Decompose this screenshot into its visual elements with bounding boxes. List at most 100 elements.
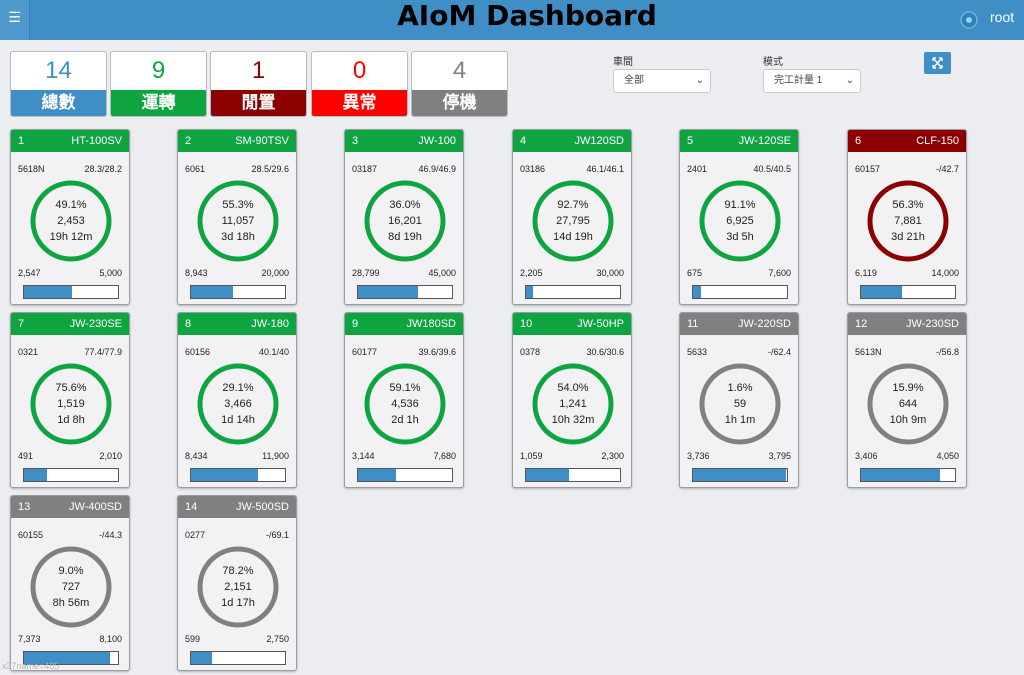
machine-card[interactable]: 9 JW180SD 60177 39.6/39.6 59.1% 4,536 2d 1h 3,1…	[344, 312, 464, 488]
remaining-count: 27,795	[556, 215, 590, 227]
completed-count: 3,406	[855, 451, 878, 461]
ring-stats: 59.1% 4,536 2d 1h	[363, 380, 447, 428]
stat-box[interactable]: 1 閒置	[210, 51, 307, 117]
progress-bar	[525, 285, 621, 299]
remaining-time: 1d 8h	[57, 414, 85, 426]
machine-card[interactable]: 14 JW-500SD 0277 -/69.1 78.2% 2,151 1d 17h 599 2…	[177, 495, 297, 671]
machine-card[interactable]: 10 JW-50HP 0378 30.6/30.6 54.0% 1,241 10h 32m 1…	[512, 312, 632, 488]
machine-id: 7	[18, 318, 25, 330]
fullscreen-icon	[932, 57, 943, 69]
remaining-time: 10h 32m	[551, 414, 595, 426]
completed-count: 8,434	[185, 451, 208, 461]
progress-bar	[190, 468, 286, 482]
progress-bar	[357, 285, 453, 299]
machine-card-header: 5 JW-120SE	[680, 130, 798, 152]
progress-bar	[525, 468, 621, 482]
machine-id: 10	[520, 318, 533, 330]
completion-percent: 15.9%	[892, 382, 924, 394]
stat-box[interactable]: 4 停機	[411, 51, 508, 117]
machine-id: 13	[18, 501, 31, 513]
stat-box[interactable]: 0 異常	[311, 51, 408, 117]
machine-name: CLF-150	[916, 135, 959, 147]
machine-card-header: 2 SM-90TSV	[178, 130, 296, 152]
stat-label: 總數	[11, 90, 106, 116]
target-count: 5,000	[99, 268, 122, 278]
completed-count: 28,799	[352, 268, 380, 278]
machine-cycle-time: 28.3/28.2	[84, 164, 122, 174]
remaining-count: 6,925	[726, 215, 754, 227]
mode-select[interactable]: 完工計量 1 ⌄	[763, 69, 861, 93]
completed-count: 8,943	[185, 268, 208, 278]
completion-percent: 59.1%	[389, 382, 421, 394]
target-count: 11,900	[262, 451, 289, 461]
machine-code: 6061	[185, 164, 206, 174]
user-menu[interactable]: root	[990, 9, 1014, 25]
machine-card[interactable]: 4 JW120SD 03186 46.1/46.1 92.7% 27,795 14d 19h…	[512, 129, 632, 305]
remaining-count: 727	[61, 581, 81, 593]
machine-cycle-time: -/56.8	[935, 347, 959, 357]
ring-stats: 54.0% 1,241 10h 32m	[531, 380, 615, 428]
machine-cycle-time: 40.5/40.5	[753, 164, 791, 174]
machine-cycle-time: -/42.7	[935, 164, 959, 174]
progress-bar	[860, 285, 956, 299]
machine-id: 11	[687, 318, 699, 330]
machine-code: 60177	[352, 347, 378, 357]
machine-name: JW-230SE	[69, 318, 122, 330]
ring-stats: 15.9% 644 10h 9m	[866, 380, 950, 428]
completed-count: 599	[185, 634, 201, 644]
machine-card-header: 6 CLF-150	[848, 130, 966, 152]
remaining-count: 1,519	[57, 398, 85, 410]
workshop-select[interactable]: 全部 ⌄	[613, 69, 711, 93]
machine-id: 6	[855, 135, 862, 147]
progress-bar-fill	[861, 469, 941, 481]
watermark-text: x37name=485	[2, 661, 60, 671]
completion-percent: 49.1%	[55, 199, 87, 211]
target-count: 2,750	[266, 634, 289, 644]
machine-card[interactable]: 5 JW-120SE 2401 40.5/40.5 91.1% 6,925 3d 5h 675…	[679, 129, 799, 305]
stat-value: 14	[45, 57, 72, 84]
progress-bar	[692, 285, 788, 299]
remaining-time: 1d 17h	[221, 597, 255, 609]
machine-card[interactable]: 12 JW-230SD 5613N -/56.8 15.9% 644 10h 9m 3,406…	[847, 312, 967, 488]
progress-bar	[190, 285, 286, 299]
machine-cycle-time: 77.4/77.9	[84, 347, 122, 357]
progress-bar-fill	[526, 286, 533, 298]
machine-name: JW-50HP	[577, 318, 624, 330]
logo-icon	[960, 11, 978, 29]
machine-card[interactable]: 2 SM-90TSV 6061 28.5/29.6 55.3% 11,057 3d 18h 8…	[177, 129, 297, 305]
machine-card-header: 13 JW-400SD	[11, 496, 129, 518]
stat-value: 9	[151, 57, 166, 84]
completed-count: 491	[18, 451, 34, 461]
machine-card[interactable]: 1 HT-100SV 5618N 28.3/28.2 49.1% 2,453 19h 12m…	[10, 129, 130, 305]
fullscreen-button[interactable]	[924, 52, 951, 74]
machine-name: JW-180	[251, 318, 289, 330]
machine-card[interactable]: 13 JW-400SD 60155 -/44.3 9.0% 727 8h 56m 7,373 8…	[10, 495, 130, 671]
stat-box[interactable]: 14 總數	[10, 51, 107, 117]
machine-card[interactable]: 3 JW-100 03187 46.9/46.9 36.0% 16,201 8d 19h 28…	[344, 129, 464, 305]
machine-code: 2401	[687, 164, 708, 174]
stat-label: 閒置	[211, 90, 306, 116]
stat-box[interactable]: 9 運轉	[110, 51, 207, 117]
machine-card[interactable]: 11 JW-220SD 5633 -/62.4 1.6% 59 1h 1m 3,736 3,79…	[679, 312, 799, 488]
machine-cycle-time: 46.1/46.1	[586, 164, 624, 174]
machine-id: 14	[185, 501, 198, 513]
machine-card[interactable]: 6 CLF-150 60157 -/42.7 56.3% 7,881 3d 21h 6,119…	[847, 129, 967, 305]
machine-id: 5	[687, 135, 694, 147]
remaining-count: 2,151	[224, 581, 252, 593]
completion-percent: 91.1%	[724, 199, 756, 211]
target-count: 2,010	[99, 451, 122, 461]
stat-label: 停機	[412, 90, 507, 116]
machine-card[interactable]: 7 JW-230SE 0321 77.4/77.9 75.6% 1,519 1d 8h 491…	[10, 312, 130, 488]
completed-count: 2,547	[18, 268, 41, 278]
remaining-count: 59	[733, 398, 747, 410]
ring-stats: 92.7% 27,795 14d 19h	[531, 197, 615, 245]
completion-percent: 92.7%	[557, 199, 589, 211]
remaining-count: 11,057	[221, 215, 255, 227]
remaining-time: 3d 18h	[221, 231, 255, 243]
machine-card[interactable]: 8 JW-180 60156 40.1/40 29.1% 3,466 1d 14h 8,434…	[177, 312, 297, 488]
machine-card-header: 11 JW-220SD	[680, 313, 798, 335]
progress-bar	[357, 468, 453, 482]
stat-value: 4	[452, 57, 467, 84]
target-count: 8,100	[99, 634, 122, 644]
machine-cycle-time: 39.6/39.6	[418, 347, 456, 357]
